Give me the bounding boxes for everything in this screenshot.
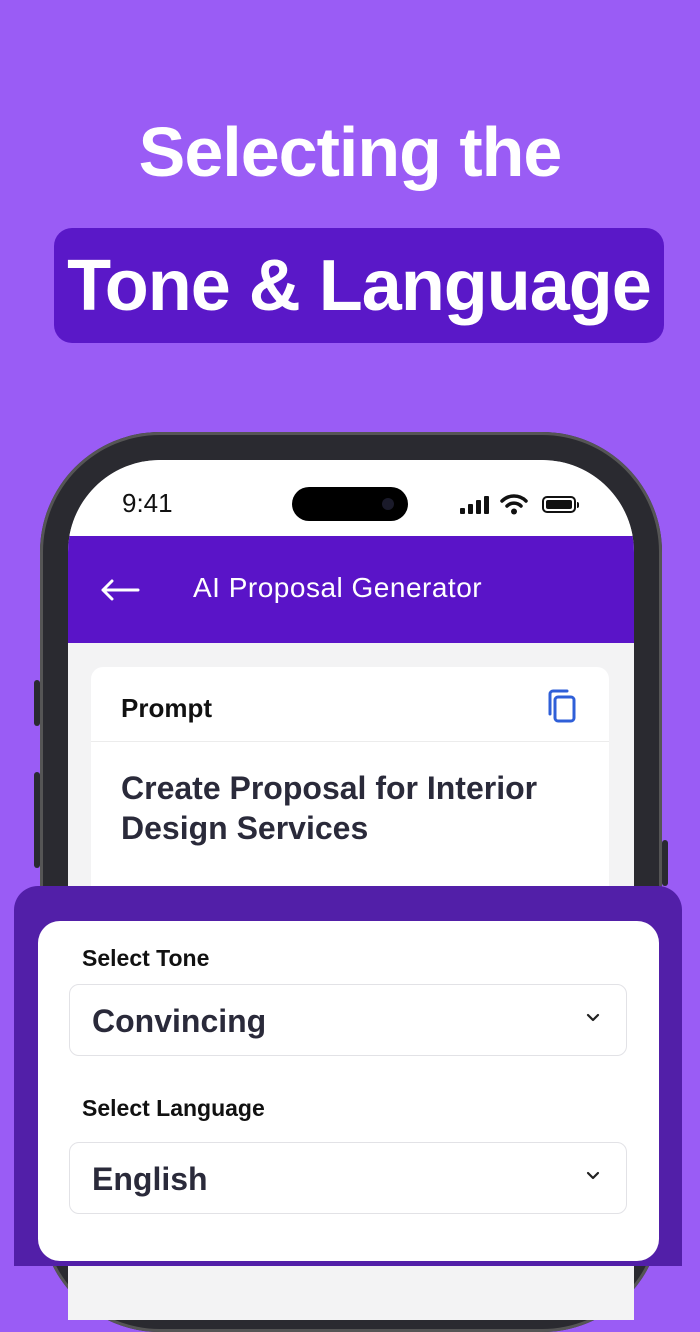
headline-line-2: Tone & Language (67, 245, 652, 326)
headline-line-1: Selecting the (138, 113, 563, 191)
prompt-card-header: Prompt (91, 667, 609, 742)
status-time: 9:41 (122, 488, 173, 518)
settings-card: Select Tone Convincing Select Language E… (38, 921, 659, 1261)
prompt-text: Create Proposal for Interior Design Serv… (121, 770, 538, 846)
back-button[interactable] (98, 570, 142, 610)
app-title: AI Proposal Generator (193, 572, 483, 603)
tone-select[interactable]: Convincing (69, 984, 627, 1056)
tone-selected-value: Convincing (92, 1003, 267, 1039)
phone-side-button (662, 840, 668, 886)
cellular-signal-icon (460, 496, 490, 514)
prompt-label: Prompt (121, 693, 212, 723)
arrow-left-icon (101, 579, 140, 601)
phone-side-button (34, 772, 40, 868)
language-selected-value: English (92, 1161, 208, 1197)
dynamic-island (292, 487, 408, 521)
copy-icon[interactable] (546, 688, 578, 724)
phone-side-button (34, 680, 40, 726)
wifi-icon (500, 494, 528, 515)
tone-label: Select Tone (82, 945, 210, 971)
chevron-down-icon (586, 1013, 600, 1022)
headline-highlight-box: Tone & Language (54, 228, 664, 343)
app-bar: AI Proposal Generator (68, 536, 634, 643)
status-bar: 9:41 (68, 460, 634, 536)
chevron-down-icon (586, 1171, 600, 1180)
language-label: Select Language (82, 1095, 265, 1121)
language-select[interactable]: English (69, 1142, 627, 1214)
battery-icon (542, 496, 579, 513)
